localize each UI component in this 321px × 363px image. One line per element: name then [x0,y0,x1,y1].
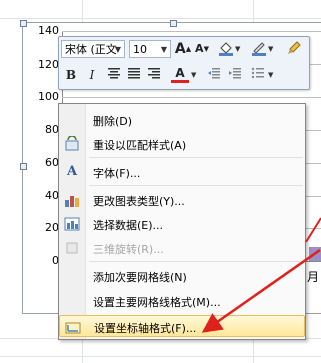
menu-item-select-data[interactable]: 选择数据(E)... [59,213,305,235]
row-gridline [0,356,321,357]
3d-rotation-icon [64,240,80,256]
chart-resize-handle[interactable] [20,163,27,170]
italic-button[interactable]: I [83,66,101,84]
series-bar[interactable] [309,247,321,261]
line-color-button[interactable] [250,40,268,58]
font-color-button[interactable]: A [171,66,189,83]
y-tick-label: 20 [45,221,59,234]
major-gridline[interactable] [304,228,321,229]
grow-font-button[interactable]: A▲ [174,40,192,58]
context-menu: 删除(D) 重设以匹配样式(A) A 字体(F)... 更改图表类型(Y)...… [58,103,306,340]
align-justify-button[interactable] [125,66,143,84]
mini-toolbar-row-1: 宋体 (正文 ▼ 10 ▼ A▲ A▼ ▼ ▼ [59,37,309,61]
chart-resize-handle[interactable] [20,20,27,27]
menu-item-format-axis[interactable]: 设置坐标轴格式(F)... [59,315,305,337]
menu-item-3d-rotation: 三维旋转(R)... [59,237,305,259]
paint-bucket-icon [219,42,233,56]
shrink-font-button[interactable]: A▼ [193,40,211,58]
y-tick-label: 100 [38,90,59,103]
select-data-icon [64,216,80,232]
chevron-down-icon[interactable]: ▼ [235,40,240,58]
menu-item-add-minor-gridlines[interactable]: 添加次要网格线(N) [59,265,305,287]
font-name-value: 宋体 (正文 [65,43,117,56]
menu-item-format-major-gridlines[interactable]: 设置主要网格线格式(M)... [59,290,305,312]
mini-toolbar-row-2: B I A ▼ ▼ [59,63,309,87]
major-gridline[interactable] [304,196,321,197]
format-painter-icon [288,41,301,54]
menu-item-label: 设置主要网格线格式(M)... [93,296,221,309]
menu-item-label: 添加次要网格线(N) [93,271,187,284]
increase-indent-icon [229,68,241,79]
fill-color-button[interactable] [217,40,235,58]
align-center-button[interactable] [105,66,123,84]
major-gridline[interactable] [304,130,321,131]
chevron-down-icon[interactable]: ▼ [113,41,123,59]
menu-separator [89,261,303,262]
font-name-combo[interactable]: 宋体 (正文 ▼ [61,40,125,58]
menu-separator [89,185,303,186]
decrease-indent-button[interactable] [205,66,223,84]
menu-item-label: 字体(F)... [93,167,141,180]
chart-type-icon [64,192,80,208]
menu-item-delete[interactable]: 删除(D) [59,109,305,131]
bold-icon: B [65,68,77,82]
chevron-down-icon[interactable]: ▼ [191,66,196,84]
reset-style-icon [64,135,80,152]
menu-item-label: 三维旋转(R)... [93,243,164,256]
chevron-down-icon[interactable]: ▼ [268,40,273,58]
chevron-down-icon[interactable]: ▼ [268,66,273,84]
align-justify-icon [128,68,140,79]
menu-item-font[interactable]: A 字体(F)... [59,161,305,183]
format-axis-icon [65,319,81,335]
bullets-icon [251,67,264,79]
menu-item-label: 删除(D) [93,115,133,128]
y-tick-label: 120 [38,58,59,71]
italic-icon: I [89,68,95,82]
font-size-combo[interactable]: 10 ▼ [129,40,171,58]
y-tick-label: 60 [45,156,59,169]
bold-button[interactable]: B [62,66,80,84]
major-gridline[interactable] [304,163,321,164]
pen-icon [252,42,266,56]
x-category-label: 月 [307,270,320,284]
align-right-button[interactable] [145,66,163,84]
menu-item-label: 设置坐标轴格式(F)... [94,322,197,335]
format-painter-button[interactable] [285,40,303,58]
y-tick-label: 0 [52,254,59,267]
align-right-icon [148,68,160,79]
menu-item-label: 重设以匹配样式(A) [93,139,187,152]
y-tick-label: 80 [45,123,59,136]
menu-item-label: 选择数据(E)... [93,219,164,232]
font-color-icon: A [175,66,185,80]
chevron-down-icon[interactable]: ▼ [159,41,169,59]
increase-indent-button[interactable] [226,66,244,84]
align-center-icon [108,68,120,79]
shrink-font-icon: A [195,42,204,55]
y-tick-label: 40 [45,189,59,202]
row-gridline [0,18,321,19]
chart-resize-handle[interactable] [170,20,177,27]
menu-item-change-chart-type[interactable]: 更改图表类型(Y)... [59,189,305,211]
mini-toolbar: 宋体 (正文 ▼ 10 ▼ A▲ A▼ ▼ ▼ B I A ▼ ▼ [58,36,310,90]
font-icon: A [66,164,78,179]
grow-font-icon: A [174,41,186,57]
major-gridline[interactable] [62,31,321,32]
y-tick-label: 140 [38,24,59,37]
menu-item-label: 更改图表类型(Y)... [93,195,185,208]
font-size-value: 10 [133,43,147,56]
decrease-indent-icon [208,68,220,79]
menu-separator [89,157,303,158]
menu-item-reset-style[interactable]: 重设以匹配样式(A) [59,133,305,155]
bullets-button[interactable] [249,66,267,84]
major-gridline[interactable] [62,97,321,98]
